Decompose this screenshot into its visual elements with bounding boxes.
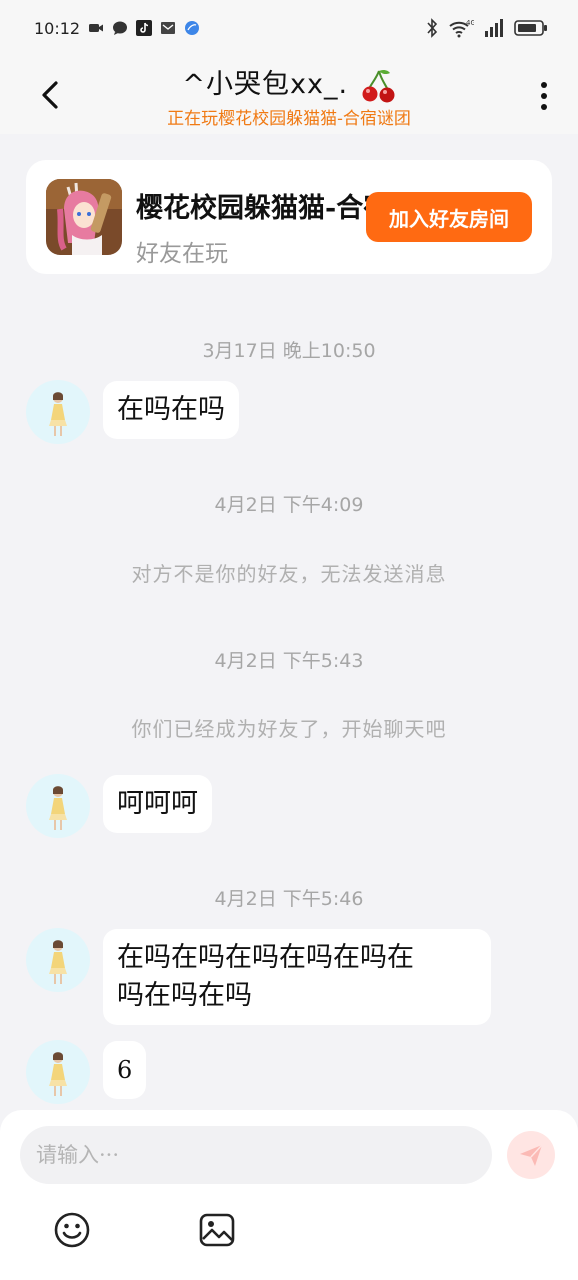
avatar[interactable] [26, 774, 90, 838]
timestamp: 4月2日 下午5:43 [214, 650, 364, 672]
message-input[interactable] [20, 1126, 492, 1184]
timestamp: 4月2日 下午4:09 [214, 494, 364, 516]
status-time: 10:12 [34, 18, 81, 38]
chat-icon [113, 21, 128, 35]
game-card[interactable]: 樱花校园躲猫猫-合宿谜团 好友在玩 加入好友房间 [26, 160, 552, 274]
battery-icon [514, 20, 547, 36]
system-message: 你们已经成为好友了，开始聊天吧 [131, 717, 447, 741]
message-bubble[interactable]: 在吗在吗 [103, 381, 239, 439]
mail-icon [161, 22, 176, 34]
signal-icon [485, 19, 503, 37]
more-icon[interactable] [536, 80, 552, 114]
message-bubble[interactable]: 呵呵呵 [103, 775, 212, 833]
timestamp: 4月2日 下午5:46 [214, 888, 364, 910]
video-icon [89, 24, 104, 32]
network-label: 4G [466, 19, 474, 27]
status-right: 4G [426, 18, 548, 38]
smiley-icon[interactable] [53, 1211, 91, 1249]
message-bubble[interactable]: 在吗在吗在吗在吗在吗在 吗在吗在吗 [103, 929, 491, 1025]
avatar[interactable] [26, 1040, 90, 1104]
avatar[interactable] [26, 380, 90, 444]
contact-name: ^小哭包xx_. [182, 69, 349, 100]
wifi-icon: 4G [449, 19, 474, 38]
message-line: 在吗在吗在吗在吗在吗在 [117, 942, 414, 973]
chat-header: ^小哭包xx_. 正在玩樱花校园躲猫猫-合宿谜团 [0, 56, 578, 134]
game-thumbnail [46, 179, 122, 255]
playing-status: 正在玩樱花校园躲猫猫-合宿谜团 [167, 109, 411, 129]
send-icon [520, 1144, 543, 1166]
message-line: 吗在吗在吗 [117, 980, 252, 1011]
status-bar: 10:12 4G [0, 0, 578, 56]
browser-icon [185, 21, 200, 35]
avatar[interactable] [26, 928, 90, 992]
timestamp: 3月17日 晚上10:50 [202, 340, 376, 362]
bluetooth-icon [427, 18, 438, 38]
input-area [0, 1110, 578, 1280]
message-bubble[interactable]: 6 [103, 1041, 147, 1099]
tiktok-icon [136, 20, 153, 36]
contact-name-row: ^小哭包xx_. [0, 62, 578, 104]
join-room-button[interactable]: 加入好友房间 [366, 192, 532, 242]
status-left: 10:12 [34, 19, 200, 38]
game-status: 好友在玩 [136, 241, 228, 267]
cherry-icon [362, 69, 395, 102]
send-button[interactable] [507, 1131, 555, 1179]
system-message: 对方不是你的好友，无法发送消息 [131, 562, 447, 586]
image-icon[interactable] [198, 1211, 236, 1249]
